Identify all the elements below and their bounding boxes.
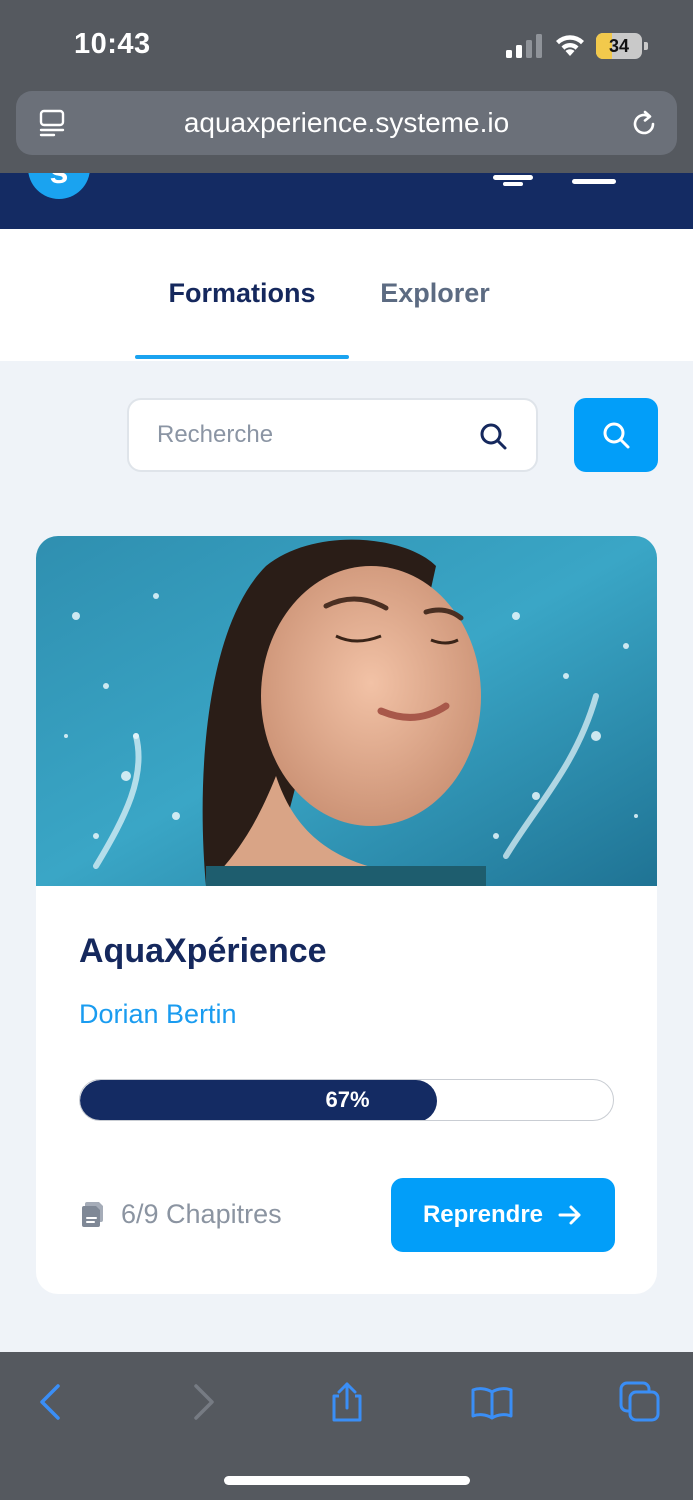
search-button[interactable] [574, 398, 658, 472]
document-icon [82, 1202, 103, 1227]
chapters-count: 6/9 Chapitres [79, 1194, 282, 1234]
tab-formations[interactable]: Formations [135, 229, 349, 361]
chapters-text: 6/9 Chapitres [121, 1198, 282, 1229]
battery-icon: 34 [596, 33, 648, 59]
forward-icon[interactable] [180, 1380, 224, 1424]
search-box[interactable] [127, 398, 538, 472]
notifications-icon[interactable] [493, 173, 533, 187]
bookmarks-icon[interactable] [470, 1380, 514, 1424]
arrow-right-icon [558, 1205, 581, 1225]
course-cover-image[interactable] [36, 536, 657, 886]
course-title[interactable]: AquaXpérience [79, 932, 327, 971]
battery-level: 34 [608, 36, 630, 56]
url-text[interactable]: aquaxperience.systeme.io [16, 91, 677, 155]
wifi-icon [556, 35, 584, 56]
search-input[interactable] [157, 400, 477, 470]
signal-icon [506, 34, 542, 58]
search-icon [603, 422, 630, 449]
status-time: 10:43 [74, 28, 151, 60]
menu-icon[interactable] [572, 179, 616, 184]
url-bar[interactable]: aquaxperience.systeme.io [16, 91, 677, 155]
progress-bar: 67% [79, 1079, 614, 1121]
browser-toolbar [0, 1352, 693, 1500]
site-logo[interactable]: s [28, 173, 90, 199]
reload-icon[interactable] [628, 107, 660, 139]
back-icon[interactable] [30, 1380, 74, 1424]
resume-button[interactable]: Reprendre [391, 1178, 615, 1252]
active-tab-indicator [135, 355, 349, 359]
tabs-icon[interactable] [618, 1380, 662, 1424]
course-card[interactable]: AquaXpérience Dorian Bertin 67% 6/9 Chap… [36, 536, 657, 1294]
resume-label: Reprendre [422, 1201, 544, 1228]
course-author[interactable]: Dorian Bertin [79, 999, 237, 1030]
tab-bar: Formations Explorer [0, 229, 693, 361]
tab-explorer[interactable]: Explorer [350, 229, 520, 361]
home-indicator [224, 1476, 470, 1485]
progress-label: 67% [325, 1087, 370, 1112]
browser-chrome: 10:43 34 aquaxperience.systeme.io [0, 0, 693, 173]
share-icon[interactable] [325, 1380, 369, 1424]
search-icon[interactable] [477, 420, 509, 452]
site-header: s [0, 173, 693, 229]
